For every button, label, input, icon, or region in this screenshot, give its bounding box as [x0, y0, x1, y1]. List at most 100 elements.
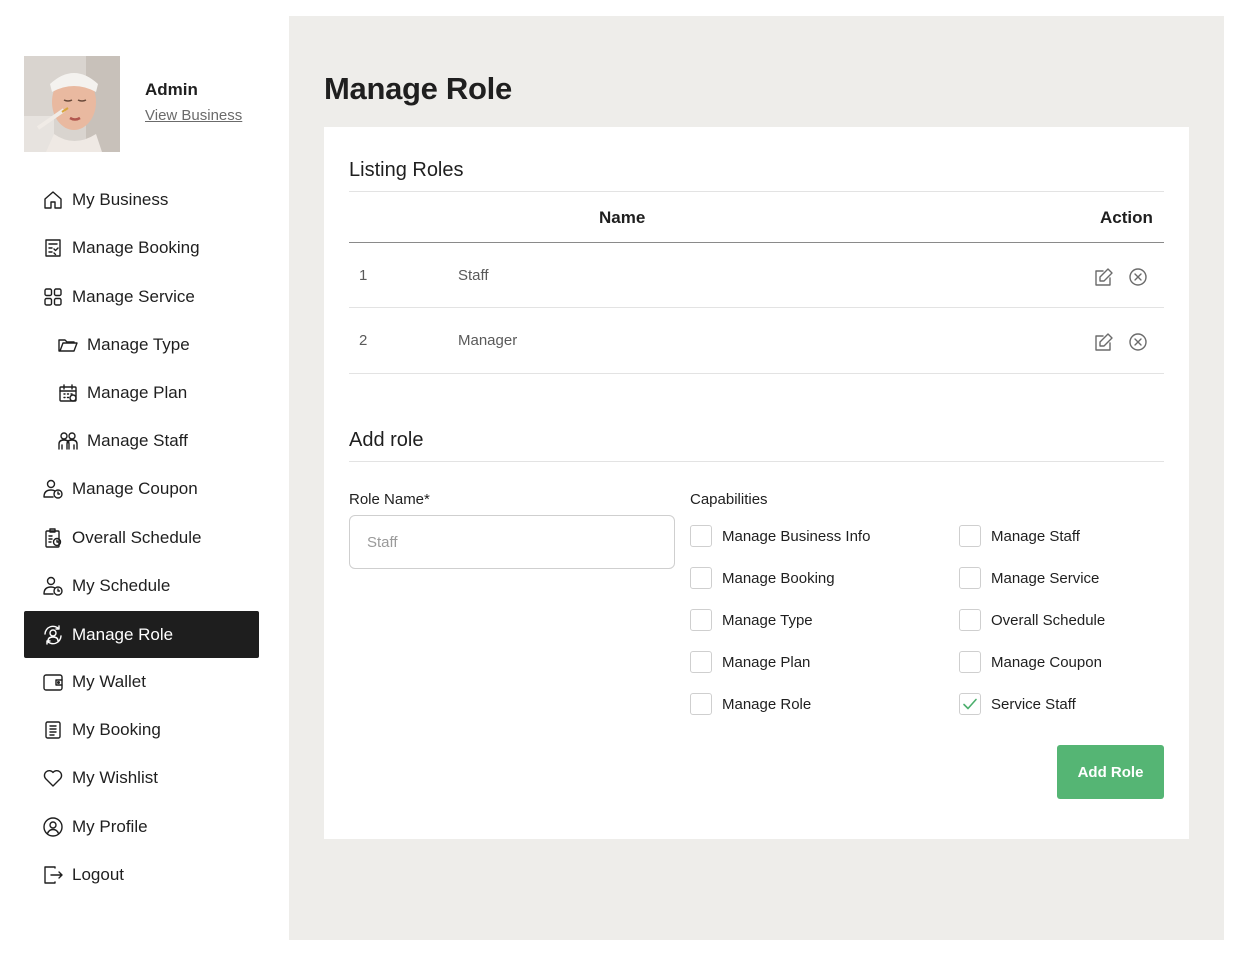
capability-label: Manage Booking	[722, 569, 835, 587]
checkbox[interactable]	[959, 525, 981, 547]
sidebar-item-label: Overall Schedule	[72, 527, 202, 547]
sidebar-item-my-wishlist[interactable]: My Wishlist	[24, 754, 259, 801]
sidebar-item-my-schedule[interactable]: My Schedule	[24, 562, 259, 609]
sidebar-item-label: Manage Service	[72, 286, 195, 306]
sidebar-item-label: Manage Plan	[87, 382, 188, 402]
row-name: Manager	[458, 332, 518, 349]
capability-manage-booking[interactable]: Manage Booking	[690, 566, 835, 590]
add-role-title: Add role	[349, 429, 424, 451]
view-business-link[interactable]: View Business	[145, 107, 242, 124]
page-title: Manage Role	[324, 71, 512, 106]
wallet-icon	[42, 671, 64, 693]
capability-manage-role[interactable]: Manage Role	[690, 692, 811, 716]
sidebar-item-manage-coupon[interactable]: Manage Coupon	[24, 465, 259, 512]
sidebar-item-label: Manage Staff	[87, 430, 188, 450]
sidebar-item-label: My Schedule	[72, 575, 171, 595]
capability-manage-staff[interactable]: Manage Staff	[959, 524, 1080, 548]
divider	[349, 461, 1164, 462]
capability-manage-type[interactable]: Manage Type	[690, 608, 813, 632]
user-clock-icon	[42, 478, 64, 500]
booking-list-icon	[42, 237, 64, 259]
edit-icon[interactable]	[1093, 331, 1115, 353]
listing-title: Listing Roles	[349, 159, 464, 181]
home-icon	[42, 189, 64, 211]
capability-manage-plan[interactable]: Manage Plan	[690, 650, 810, 674]
user-circle-icon	[42, 816, 64, 838]
sidebar-item-overall-schedule[interactable]: Overall Schedule	[24, 514, 259, 561]
role-name-label: Role Name*	[349, 491, 430, 508]
staff-group-icon	[57, 430, 79, 452]
sidebar-item-my-profile[interactable]: My Profile	[24, 803, 259, 850]
sidebar-item-manage-role[interactable]: Manage Role	[24, 611, 259, 658]
sidebar-item-label: Logout	[72, 864, 124, 884]
checkbox[interactable]	[959, 651, 981, 673]
capability-manage-business-info[interactable]: Manage Business Info	[690, 524, 870, 548]
capability-manage-coupon[interactable]: Manage Coupon	[959, 650, 1102, 674]
capability-service-staff[interactable]: Service Staff	[959, 692, 1076, 716]
divider	[349, 191, 1164, 192]
checkbox[interactable]	[959, 609, 981, 631]
profile-block: Admin View Business	[24, 56, 260, 152]
checkbox[interactable]	[690, 525, 712, 547]
logout-icon	[42, 864, 64, 886]
sidebar-item-manage-plan[interactable]: Manage Plan	[24, 369, 259, 416]
checkbox[interactable]	[690, 609, 712, 631]
document-icon	[42, 719, 64, 741]
checkbox[interactable]	[690, 693, 712, 715]
sidebar-item-label: Manage Booking	[72, 237, 200, 257]
heart-icon	[42, 767, 64, 789]
table-header-divider	[349, 242, 1164, 243]
capability-label: Service Staff	[991, 695, 1076, 713]
checkbox[interactable]	[959, 567, 981, 589]
capability-overall-schedule[interactable]: Overall Schedule	[959, 608, 1105, 632]
checkmark-icon	[963, 698, 977, 710]
role-card: Listing Roles Name Action 1 Staff 2 Mana…	[324, 127, 1189, 839]
profile-name: Admin	[145, 80, 198, 99]
sidebar-item-manage-booking[interactable]: Manage Booking	[24, 224, 259, 271]
clipboard-schedule-icon	[42, 527, 64, 549]
grid-icon	[42, 286, 64, 308]
sidebar-item-logout[interactable]: Logout	[24, 851, 259, 898]
sidebar-item-my-business[interactable]: My Business	[24, 176, 259, 223]
sidebar-item-manage-staff[interactable]: Manage Staff	[24, 417, 259, 464]
avatar	[24, 56, 120, 152]
capability-label: Manage Staff	[991, 527, 1080, 545]
capability-label: Manage Business Info	[722, 527, 871, 545]
checkbox-checked[interactable]	[959, 693, 981, 715]
row-name: Staff	[458, 267, 489, 284]
sidebar-item-my-booking[interactable]: My Booking	[24, 706, 259, 753]
add-role-button[interactable]: Add Role	[1057, 745, 1164, 799]
capability-label: Manage Type	[722, 611, 813, 629]
sidebar-item-my-wallet[interactable]: My Wallet	[24, 658, 259, 705]
edit-icon[interactable]	[1093, 266, 1115, 288]
sidebar-item-label: My Wallet	[72, 671, 146, 691]
capability-label: Manage Service	[991, 569, 1100, 587]
sidebar-item-manage-type[interactable]: Manage Type	[24, 321, 259, 368]
calendar-icon	[57, 382, 79, 404]
row-divider	[349, 307, 1164, 308]
column-header-action: Action	[1100, 208, 1153, 227]
main-content: Manage Role Listing Roles Name Action 1 …	[289, 16, 1224, 940]
capability-label: Manage Coupon	[991, 653, 1102, 671]
capability-label: Manage Role	[722, 695, 812, 713]
role-name-input[interactable]	[349, 515, 675, 569]
checkbox[interactable]	[690, 567, 712, 589]
checkbox[interactable]	[690, 651, 712, 673]
column-header-name: Name	[599, 208, 646, 227]
delete-icon[interactable]	[1127, 331, 1149, 353]
capability-label: Manage Plan	[722, 653, 811, 671]
sidebar-item-label: Manage Type	[87, 334, 190, 354]
delete-icon[interactable]	[1127, 266, 1149, 288]
row-divider	[349, 373, 1164, 374]
capability-manage-service[interactable]: Manage Service	[959, 566, 1099, 590]
row-index: 2	[359, 332, 368, 349]
capabilities-label: Capabilities	[690, 491, 768, 508]
sidebar-item-label: My Booking	[72, 719, 161, 739]
sidebar-item-label: My Profile	[72, 816, 148, 836]
capability-label: Overall Schedule	[991, 611, 1106, 629]
role-cycle-icon	[42, 624, 64, 646]
row-index: 1	[359, 267, 368, 284]
sidebar-item-manage-service[interactable]: Manage Service	[24, 273, 259, 320]
sidebar-item-label: My Wishlist	[72, 767, 158, 787]
sidebar-item-label: My Business	[72, 189, 169, 209]
